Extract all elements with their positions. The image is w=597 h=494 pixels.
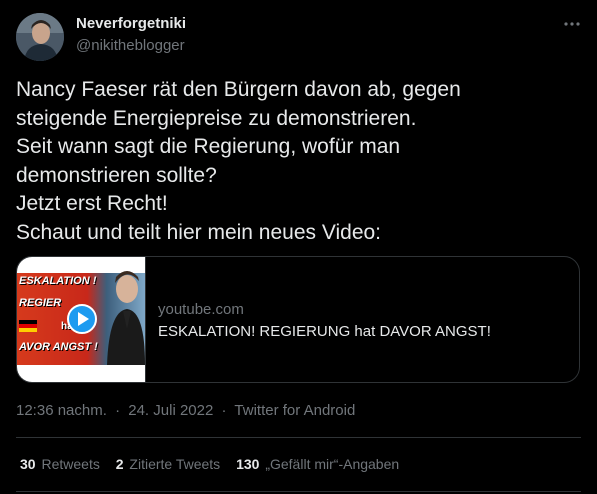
- tweet-line: Jetzt erst Recht!: [16, 192, 168, 216]
- avatar[interactable]: [16, 13, 64, 61]
- retweets-stat[interactable]: 30 Retweets: [20, 456, 100, 472]
- card-domain: youtube.com: [158, 301, 244, 318]
- separator: ·: [115, 402, 121, 419]
- divider: [16, 491, 581, 492]
- likes-label: „Gefällt mir“-Angaben: [265, 456, 400, 472]
- user-handle[interactable]: @nikitheblogger: [76, 37, 185, 54]
- card-title: ESKALATION! REGIERUNG hat DAVOR ANGST!: [158, 323, 491, 340]
- likes-stat[interactable]: 130 „Gefällt mir“-Angaben: [236, 456, 399, 472]
- thumbnail-text: ESKALATION !: [19, 275, 97, 287]
- quotes-count: 2: [115, 456, 124, 472]
- retweets-label: Retweets: [41, 456, 100, 472]
- tweet-line: Nancy Faeser rät den Bürgern davon ab, g…: [16, 78, 461, 101]
- tweet-line: Seit wann sagt die Regierung, wofür man: [16, 135, 401, 159]
- tweet-metadata: 12:36 nachm. · 24. Juli 2022 · Twitter f…: [16, 402, 355, 419]
- tweet-source[interactable]: Twitter for Android: [234, 402, 355, 419]
- german-flag-icon: [19, 320, 37, 332]
- tweet-line: steigende Energiepreise zu demonstrieren…: [16, 106, 417, 130]
- avatar-image: [16, 13, 64, 61]
- tweet-line: Schaut und teilt hier mein neues Video:: [16, 220, 382, 244]
- tweet-date[interactable]: 24. Juli 2022: [128, 402, 213, 419]
- quotes-label: Zitierte Tweets: [129, 456, 221, 472]
- tweet-line: demonstrieren sollte?: [16, 163, 217, 187]
- divider: [16, 437, 581, 438]
- tweet-text: Nancy Faeser rät den Bürgern davon ab, g…: [16, 76, 576, 248]
- retweets-count: 30: [20, 456, 36, 472]
- thumbnail-text: REGIER: [19, 297, 62, 309]
- user-name[interactable]: Neverforgetniki: [76, 15, 186, 32]
- tweet-time[interactable]: 12:36 nachm.: [16, 402, 107, 419]
- link-card[interactable]: ESKALATION ! REGIER hat AVOR ANGST ! you…: [16, 256, 580, 383]
- thumbnail-text: AVOR ANGST !: [19, 341, 98, 353]
- engagement-stats: 30 Retweets 2 Zitierte Tweets 130 „Gefäl…: [20, 456, 411, 474]
- more-horizontal-icon[interactable]: [560, 14, 584, 34]
- video-thumbnail[interactable]: ESKALATION ! REGIER hat AVOR ANGST !: [17, 257, 146, 382]
- quote-tweets-stat[interactable]: 2 Zitierte Tweets: [116, 456, 220, 472]
- likes-count: 130: [236, 456, 260, 472]
- separator: ·: [221, 402, 227, 419]
- person-image: [107, 271, 145, 365]
- play-icon[interactable]: [67, 304, 97, 334]
